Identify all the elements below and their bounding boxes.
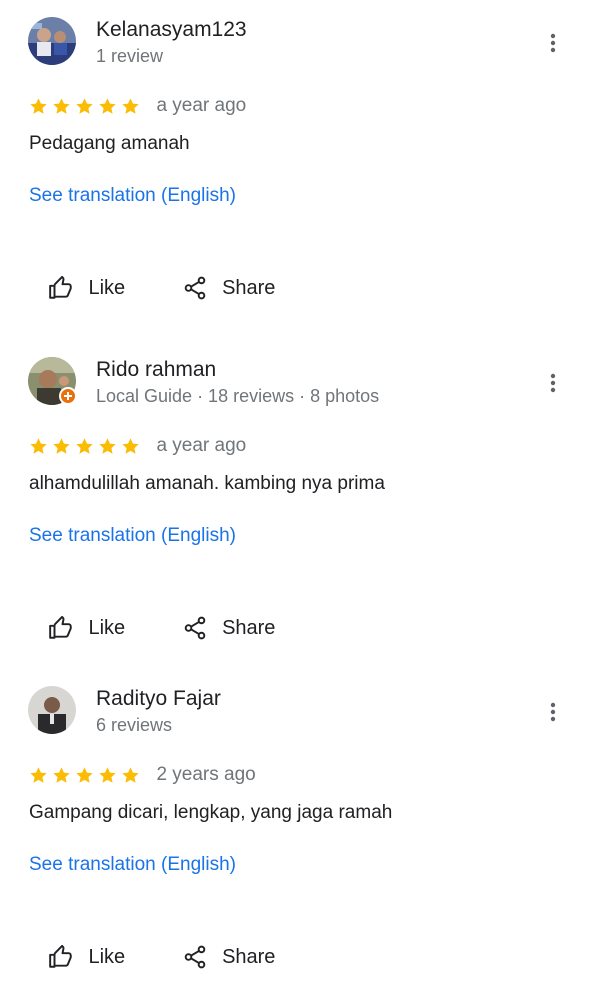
- more-vert-icon: [550, 702, 556, 722]
- star-rating: [29, 766, 144, 785]
- share-label: Share: [222, 276, 276, 299]
- thumb-up-outline-icon: [48, 275, 74, 301]
- more-options-button[interactable]: [541, 369, 565, 397]
- rating-row: a year ago: [29, 95, 246, 119]
- star-icon: [98, 437, 117, 456]
- star-icon: [75, 97, 94, 116]
- star-icon: [29, 437, 48, 456]
- reviewer-name[interactable]: Radityo Fajar: [96, 687, 221, 711]
- star-rating: [29, 97, 144, 116]
- see-translation-link[interactable]: See translation (English): [29, 185, 236, 207]
- share-button[interactable]: Share: [182, 944, 276, 972]
- star-icon: [98, 766, 117, 785]
- star-icon: [52, 766, 71, 785]
- star-icon: [121, 437, 140, 456]
- like-button[interactable]: Like: [48, 275, 125, 303]
- star-icon: [121, 766, 140, 785]
- star-icon: [52, 437, 71, 456]
- like-label: Like: [88, 276, 126, 299]
- share-icon: [182, 275, 208, 301]
- star-icon: [29, 766, 48, 785]
- reviewer-name[interactable]: Kelanasyam123: [96, 18, 247, 42]
- share-label: Share: [222, 616, 276, 639]
- more-vert-icon: [550, 33, 556, 53]
- more-options-button[interactable]: [541, 29, 565, 57]
- reviews-list: Kelanasyam123 1 review a year ago Pedaga…: [0, 0, 601, 985]
- avatar[interactable]: [28, 17, 76, 65]
- reviewer-name[interactable]: Rido rahman: [96, 358, 216, 382]
- review-actions: Like Share: [48, 615, 275, 643]
- review-text: Gampang dicari, lengkap, yang jaga ramah: [29, 802, 393, 823]
- review-header: Radityo Fajar 6 reviews: [28, 686, 573, 742]
- review-text: alhamdulillah amanah. kambing nya prima: [29, 473, 385, 494]
- share-button[interactable]: Share: [182, 615, 276, 643]
- review-card: Radityo Fajar 6 reviews 2 years ago Gamp…: [0, 686, 601, 985]
- star-icon: [75, 766, 94, 785]
- like-button[interactable]: Like: [48, 944, 125, 972]
- review-header: Rido rahman Local Guide · 18 reviews · 8…: [28, 357, 573, 413]
- share-label: Share: [222, 945, 276, 968]
- rating-row: a year ago: [29, 435, 246, 459]
- more-vert-icon: [550, 373, 556, 393]
- thumb-up-outline-icon: [48, 944, 74, 970]
- star-icon: [98, 97, 117, 116]
- review-card: Rido rahman Local Guide · 18 reviews · 8…: [0, 357, 601, 657]
- review-header: Kelanasyam123 1 review: [28, 17, 573, 73]
- like-label: Like: [88, 616, 126, 639]
- see-translation-link[interactable]: See translation (English): [29, 854, 236, 876]
- star-icon: [121, 97, 140, 116]
- avatar[interactable]: [28, 686, 76, 734]
- see-translation-link[interactable]: See translation (English): [29, 525, 236, 547]
- review-actions: Like Share: [48, 944, 275, 972]
- rating-row: 2 years ago: [29, 764, 256, 788]
- reviewer-meta: 6 reviews: [96, 715, 173, 735]
- review-card: Kelanasyam123 1 review a year ago Pedaga…: [0, 17, 601, 317]
- more-options-button[interactable]: [541, 698, 565, 726]
- review-date: a year ago: [156, 95, 247, 116]
- reviewer-meta: 1 review: [96, 46, 164, 66]
- star-icon: [75, 437, 94, 456]
- share-icon: [182, 944, 208, 970]
- review-date: a year ago: [156, 435, 247, 456]
- reviewer-meta: Local Guide · 18 reviews · 8 photos: [96, 386, 380, 406]
- star-icon: [29, 97, 48, 116]
- like-button[interactable]: Like: [48, 615, 125, 643]
- like-label: Like: [88, 945, 126, 968]
- review-date: 2 years ago: [156, 764, 256, 785]
- local-guide-badge-icon: [59, 387, 77, 405]
- star-rating: [29, 437, 144, 456]
- share-icon: [182, 615, 208, 641]
- review-actions: Like Share: [48, 275, 275, 303]
- share-button[interactable]: Share: [182, 275, 276, 303]
- star-icon: [52, 97, 71, 116]
- review-text: Pedagang amanah: [29, 133, 190, 154]
- thumb-up-outline-icon: [48, 615, 74, 641]
